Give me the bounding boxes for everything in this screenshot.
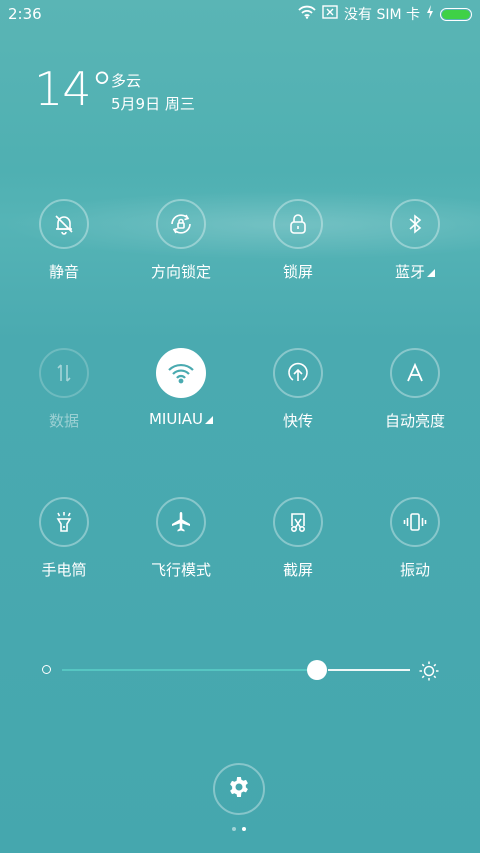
toggle-lock-screen[interactable]: 锁屏 (240, 199, 356, 282)
toggle-label: 自动亮度 (384, 412, 445, 430)
bluetooth-icon (390, 199, 440, 249)
auto-brightness-icon (390, 348, 440, 398)
clock: 2:36 (8, 5, 42, 23)
toggle-mobile-data[interactable]: 数据 (6, 348, 122, 431)
toggle-airplane-mode[interactable]: 飞行模式 (123, 497, 239, 580)
rotation-lock-icon (156, 199, 206, 249)
toggle-quick-share[interactable]: 快传 (240, 348, 356, 431)
toggle-label: 快传 (282, 412, 313, 430)
toggle-label: 飞行模式 (150, 561, 211, 579)
no-sim-icon (322, 5, 338, 23)
toggle-label: 蓝牙 (357, 261, 473, 282)
slider-track-empty (328, 669, 410, 671)
toggle-label: 方向锁定 (150, 263, 211, 281)
weather-condition: 多云 (111, 72, 142, 90)
weather-date: 5月9日 周三 (111, 95, 195, 113)
toggle-mute[interactable]: 静音 (6, 199, 122, 282)
expand-caret-icon (427, 269, 435, 277)
battery-icon (440, 7, 472, 21)
brightness-high-icon (418, 660, 440, 686)
wifi-status-icon (298, 5, 316, 23)
toggle-label: MIUIAU (123, 410, 239, 428)
toggle-label: 振动 (399, 561, 430, 579)
toggle-label: 手电筒 (41, 561, 87, 579)
toggle-bluetooth[interactable]: 蓝牙 (357, 199, 473, 282)
page-dot-active (242, 827, 246, 831)
page-indicator (232, 827, 246, 831)
toggle-label: 数据 (48, 412, 79, 430)
brightness-low-icon (42, 665, 51, 674)
vibrate-icon (390, 497, 440, 547)
sim-status-text: 没有 SIM 卡 (344, 7, 420, 23)
bell-off-icon (39, 199, 89, 249)
toggle-vibrate[interactable]: 振动 (357, 497, 473, 580)
toggle-flashlight[interactable]: 手电筒 (6, 497, 122, 580)
charging-icon (426, 5, 434, 23)
toggle-screenshot[interactable]: 截屏 (240, 497, 356, 580)
toggle-label: 截屏 (282, 561, 313, 579)
toggle-wifi[interactable]: MIUIAU (123, 348, 239, 428)
page-dot (232, 827, 236, 831)
screenshot-icon (273, 497, 323, 547)
slider-thumb[interactable] (307, 660, 327, 680)
share-upload-icon (273, 348, 323, 398)
toggle-auto-brightness[interactable]: 自动亮度 (357, 348, 473, 431)
toggle-label: 静音 (48, 263, 79, 281)
slider-track-filled (62, 669, 318, 671)
weather-info: 多云 5月9日 周三 (111, 70, 195, 116)
settings-button[interactable] (213, 763, 265, 815)
toggle-label-text: MIUIAU (148, 410, 203, 428)
wifi-icon (156, 348, 206, 398)
expand-caret-icon (205, 416, 213, 424)
lock-icon (273, 199, 323, 249)
toggle-label: 锁屏 (282, 263, 313, 281)
airplane-icon (156, 497, 206, 547)
brightness-slider[interactable] (40, 658, 440, 682)
gear-icon (227, 775, 251, 803)
temperature: 14° (34, 62, 114, 116)
toggle-label-text: 蓝牙 (394, 263, 425, 281)
flashlight-icon (39, 497, 89, 547)
mobile-data-icon (39, 348, 89, 398)
toggle-rotation-lock[interactable]: 方向锁定 (123, 199, 239, 282)
status-bar: 2:36 没有 SIM 卡 (0, 0, 480, 28)
